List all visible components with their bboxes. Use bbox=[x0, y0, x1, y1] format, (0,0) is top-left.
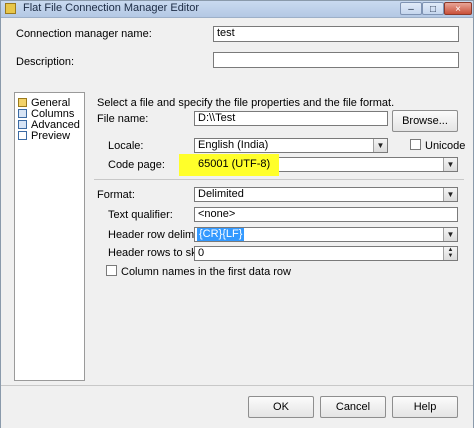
preview-icon bbox=[18, 131, 27, 140]
maximize-button[interactable]: □ bbox=[422, 2, 444, 15]
connection-manager-name-input[interactable]: test bbox=[213, 26, 459, 42]
text-qualifier-input[interactable]: <none> bbox=[194, 207, 458, 222]
divider bbox=[94, 179, 464, 180]
column-names-label: Column names in the first data row bbox=[121, 266, 291, 278]
format-value: Delimited bbox=[198, 188, 244, 200]
title-bar: Flat File Connection Manager Editor – □ … bbox=[1, 1, 473, 18]
unicode-checkbox[interactable] bbox=[410, 139, 421, 150]
connection-manager-name-label: Connection manager name: bbox=[16, 28, 152, 40]
general-icon bbox=[18, 98, 27, 107]
nav-pane: General Columns Advanced Preview bbox=[14, 92, 85, 381]
chevron-down-icon: ▼ bbox=[443, 158, 457, 171]
text-qualifier-label: Text qualifier: bbox=[108, 209, 173, 221]
locale-value: English (India) bbox=[198, 139, 269, 151]
code-page-value: 65001 (UTF-8) bbox=[198, 158, 271, 170]
general-instruction: Select a file and specify the file prope… bbox=[97, 97, 395, 109]
header-rows-to-skip-stepper[interactable]: 0 ▲ ▼ bbox=[194, 246, 458, 261]
chevron-down-icon: ▼ bbox=[443, 188, 457, 201]
spinner-arrows-icon[interactable]: ▲ ▼ bbox=[443, 247, 457, 260]
locale-label: Locale: bbox=[108, 140, 144, 152]
file-name-input[interactable]: D:\\Test bbox=[194, 111, 388, 126]
header-row-delimiter-value: {CR}{LF} bbox=[197, 228, 245, 241]
ok-button[interactable]: OK bbox=[248, 396, 314, 418]
minimize-button[interactable]: – bbox=[400, 2, 422, 15]
browse-button[interactable]: Browse... bbox=[392, 110, 458, 132]
code-page-select[interactable]: 65001 (UTF-8) ▼ bbox=[179, 154, 458, 176]
column-names-checkbox[interactable] bbox=[106, 265, 117, 276]
code-page-label: Code page: bbox=[108, 159, 165, 171]
nav-item-preview-label: Preview bbox=[31, 130, 71, 142]
button-bar: OK Cancel Help bbox=[1, 385, 473, 428]
app-icon bbox=[5, 3, 16, 14]
file-name-label: File name: bbox=[97, 113, 149, 125]
dialog-window: Flat File Connection Manager Editor – □ … bbox=[0, 0, 474, 428]
chevron-down-icon: ▼ bbox=[373, 139, 387, 152]
description-label: Description: bbox=[16, 56, 75, 68]
header-rows-to-skip-value: 0 bbox=[198, 247, 205, 259]
locale-select[interactable]: English (India) ▼ bbox=[194, 138, 388, 153]
format-select[interactable]: Delimited ▼ bbox=[194, 187, 458, 202]
description-input[interactable] bbox=[213, 52, 459, 68]
nav-item-preview[interactable]: Preview bbox=[18, 130, 70, 142]
help-button[interactable]: Help bbox=[392, 396, 458, 418]
window-title: Flat File Connection Manager Editor bbox=[23, 2, 200, 14]
cancel-button[interactable]: Cancel bbox=[320, 396, 386, 418]
advanced-icon bbox=[18, 120, 27, 129]
close-button[interactable]: × bbox=[444, 2, 472, 15]
format-label: Format: bbox=[97, 189, 135, 201]
chevron-down-icon: ▼ bbox=[443, 228, 457, 241]
unicode-label: Unicode bbox=[425, 140, 466, 152]
columns-icon bbox=[18, 109, 27, 118]
header-row-delimiter-select[interactable]: {CR}{LF} ▼ bbox=[194, 227, 458, 242]
